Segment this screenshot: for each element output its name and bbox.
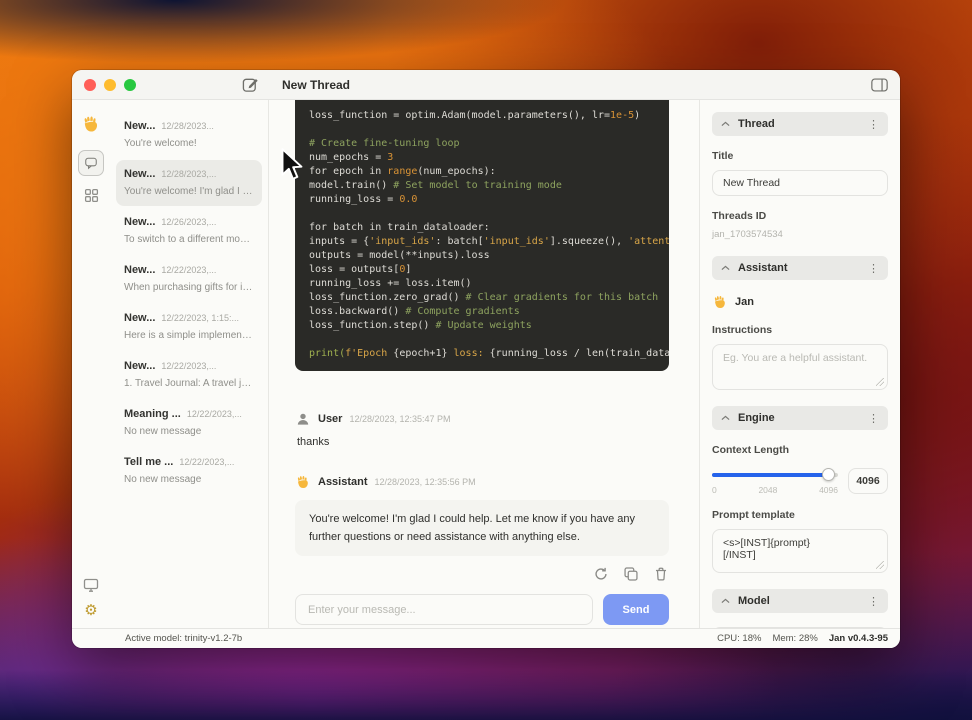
thread-list-item[interactable]: New... 12/22/2023,... 1. Travel Journal: A… bbox=[116, 352, 262, 398]
message-input[interactable] bbox=[295, 594, 593, 626]
threads-id-value: jan_1703574534 bbox=[712, 229, 783, 240]
main-area: ⚙ New... 12/28/2023... You're welcome! New.… bbox=[72, 100, 900, 628]
kebab-menu-icon[interactable]: ⋮ bbox=[868, 595, 879, 608]
wave-logo-icon bbox=[84, 116, 98, 132]
assistant-avatar-wave-icon bbox=[297, 475, 308, 489]
kebab-menu-icon[interactable]: ⋮ bbox=[868, 262, 879, 275]
traffic-lights bbox=[72, 78, 136, 91]
instructions-label: Instructions bbox=[712, 324, 773, 336]
zoom-window-button[interactable] bbox=[124, 78, 136, 91]
settings-panel: Thread ⋮ Title Threads ID jan_1703574534… bbox=[700, 100, 900, 628]
wave-emoji-icon bbox=[714, 295, 725, 309]
code-block: loss_function = optim.Adam(model.paramet… bbox=[295, 100, 669, 371]
send-button[interactable]: Send bbox=[603, 594, 669, 626]
threads-nav-button[interactable] bbox=[78, 150, 104, 176]
assistant-name-row: Jan bbox=[712, 294, 888, 310]
resize-handle[interactable] bbox=[876, 561, 884, 569]
model-section-header[interactable]: Model ⋮ bbox=[712, 589, 888, 613]
title-label: Title bbox=[712, 150, 734, 162]
prompt-template-wrap: <s>[INST]{prompt} [/INST] bbox=[712, 529, 888, 573]
icon-rail: ⚙ bbox=[72, 100, 110, 628]
message-actions bbox=[295, 566, 669, 582]
regenerate-icon[interactable] bbox=[593, 566, 609, 582]
monitor-icon[interactable] bbox=[83, 578, 99, 593]
kebab-menu-icon[interactable]: ⋮ bbox=[868, 412, 879, 425]
message-timestamp: 12/28/2023, 12:35:56 PM bbox=[374, 477, 476, 487]
assistant-message-bubble: You're welcome! I'm glad I could help. L… bbox=[295, 500, 669, 557]
app-version: Jan v0.4.3-95 bbox=[828, 633, 888, 644]
kebab-menu-icon[interactable]: ⋮ bbox=[868, 118, 879, 131]
chevron-up-icon bbox=[721, 598, 730, 603]
message-timestamp: 12/28/2023, 12:35:47 PM bbox=[349, 414, 451, 424]
slider-ticks: 0 2048 4096 bbox=[712, 485, 838, 495]
user-message: User 12/28/2023, 12:35:47 PM thanks bbox=[295, 411, 669, 448]
threads-id-label: Threads ID bbox=[712, 210, 767, 222]
assistant-name: Jan bbox=[735, 296, 754, 308]
compose-icon[interactable] bbox=[242, 76, 259, 98]
thread-title-input[interactable] bbox=[712, 170, 888, 196]
thread-list-item[interactable]: New... 12/28/2023... You're welcome! bbox=[116, 112, 262, 158]
context-length-label: Context Length bbox=[712, 444, 789, 456]
status-bar: Active model: trinity-v1.2-7b CPU: 18% M… bbox=[72, 628, 900, 648]
context-length-row: 0 2048 4096 4096 bbox=[712, 468, 888, 495]
message-text: thanks bbox=[297, 436, 330, 448]
minimize-window-button[interactable] bbox=[104, 78, 116, 91]
trash-icon[interactable] bbox=[653, 566, 669, 582]
desktop: { "window": { "title": "New Thread" }, "… bbox=[0, 0, 972, 720]
section-label: Assistant bbox=[738, 262, 788, 274]
assistant-section-header[interactable]: Assistant ⋮ bbox=[712, 256, 888, 280]
thread-list-item[interactable]: New... 12/26/2023,... To switch to a diffe… bbox=[116, 208, 262, 254]
instructions-field-wrap bbox=[712, 344, 888, 390]
thread-list-item[interactable]: New... 12/28/2023,... You're welcome! I'm … bbox=[116, 160, 262, 206]
resize-handle[interactable] bbox=[876, 378, 884, 386]
panel-toggle-icon[interactable] bbox=[871, 78, 888, 97]
assistant-message: Assistant 12/28/2023, 12:35:56 PM You're… bbox=[295, 474, 669, 557]
titlebar: New Thread bbox=[72, 70, 900, 100]
prompt-template-textarea[interactable]: <s>[INST]{prompt} [/INST] bbox=[713, 530, 887, 572]
section-label: Thread bbox=[738, 118, 775, 130]
thread-section-header[interactable]: Thread ⋮ bbox=[712, 112, 888, 136]
message-author: User bbox=[318, 413, 343, 425]
slider-thumb[interactable] bbox=[822, 468, 836, 481]
chat-bubble-icon bbox=[85, 157, 97, 170]
gear-icon[interactable]: ⚙ bbox=[84, 603, 97, 618]
composer: Send bbox=[295, 594, 669, 626]
chevron-up-icon bbox=[721, 121, 730, 126]
thread-list-item[interactable]: New... 12/22/2023,... When purchasing gift… bbox=[116, 256, 262, 302]
mem-status: Mem: 28% bbox=[772, 633, 818, 644]
thread-list-item[interactable]: Meaning ... 12/22/2023,... No new message bbox=[116, 400, 262, 446]
context-length-slider[interactable] bbox=[712, 468, 838, 481]
section-label: Engine bbox=[738, 412, 775, 424]
app-window: New Thread ⚙ New... 12/28/2023... You're w… bbox=[72, 70, 900, 648]
thread-list-item[interactable]: Tell me ... 12/22/2023,... No new message bbox=[116, 448, 262, 494]
window-title: New Thread bbox=[282, 77, 351, 92]
section-label: Model bbox=[738, 595, 770, 607]
chevron-up-icon bbox=[721, 415, 730, 420]
copy-icon[interactable] bbox=[623, 566, 639, 582]
context-length-value[interactable]: 4096 bbox=[848, 468, 888, 494]
thread-list: New... 12/28/2023... You're welcome! New...… bbox=[110, 100, 269, 628]
chevron-up-icon bbox=[721, 265, 730, 270]
chat-pane: loss_function = optim.Adam(model.paramet… bbox=[269, 100, 700, 628]
close-window-button[interactable] bbox=[84, 78, 96, 91]
cpu-status: CPU: 18% bbox=[717, 633, 762, 644]
user-avatar-icon bbox=[297, 413, 309, 425]
grid-apps-icon[interactable] bbox=[84, 188, 99, 203]
thread-list-item[interactable]: New... 12/22/2023, 1:15:... Here is a simp… bbox=[116, 304, 262, 350]
active-model-status: Active model: trinity-v1.2-7b bbox=[125, 633, 243, 644]
instructions-textarea[interactable] bbox=[713, 345, 887, 389]
engine-section-header[interactable]: Engine ⋮ bbox=[712, 406, 888, 430]
message-author: Assistant bbox=[318, 476, 368, 488]
prompt-template-label: Prompt template bbox=[712, 509, 795, 521]
